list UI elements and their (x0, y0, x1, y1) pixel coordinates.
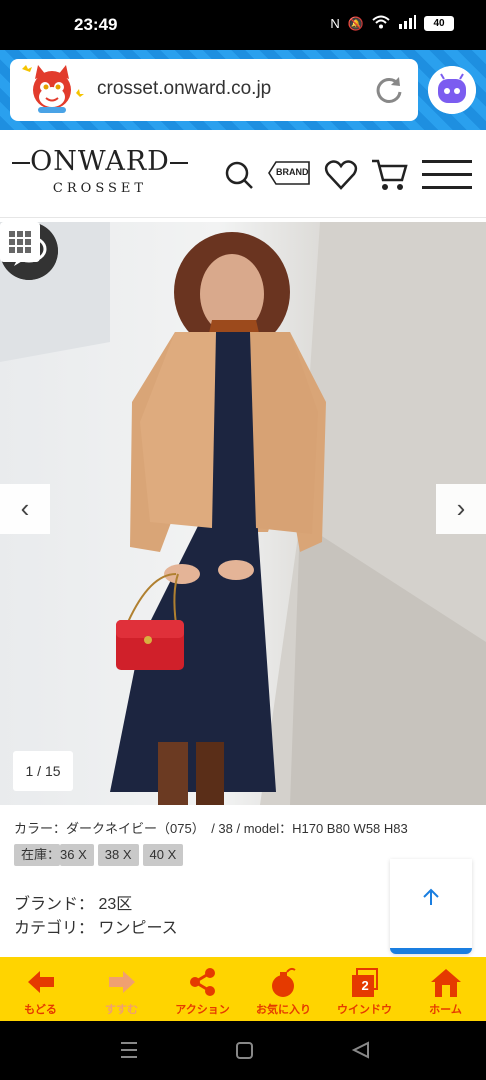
assistant-bot-icon[interactable] (428, 66, 476, 114)
status-bar: 23:49 N 🔕 40 (0, 0, 486, 50)
toolbar-back-label: もどる (24, 1004, 57, 1016)
grid-view-icon[interactable] (0, 222, 40, 262)
category-row: カテゴリ： ワンピース (14, 914, 178, 938)
address-bar[interactable]: crosset.onward.co.jp (10, 59, 418, 121)
menu-icon[interactable] (422, 154, 474, 194)
toolbar-action-label: アクション (175, 1004, 230, 1016)
home-icon (430, 969, 461, 997)
mascot-icon (22, 65, 84, 113)
browser-toolbar: crosset.onward.co.jp (0, 50, 486, 130)
home-nav-icon (236, 1042, 253, 1059)
size-chip[interactable]: 40 X (142, 844, 184, 866)
status-icons: N 🔕 40 (330, 15, 454, 32)
toolbar-window-label: ウインドウ (337, 1004, 392, 1016)
brand-label: ブランド： (14, 896, 95, 913)
logo-main-text: ONWARD (30, 146, 170, 177)
share-icon (189, 968, 215, 996)
prev-image-button[interactable]: ‹ (0, 484, 50, 534)
bomb-icon (271, 967, 296, 997)
signal-icon (398, 15, 416, 32)
arrow-up-icon (423, 888, 439, 905)
toolbar-forward[interactable]: すすむ (81, 957, 162, 1021)
category-value[interactable]: ワンピース (98, 920, 177, 937)
stock-row: 在庫： 36 X 38 X 40 X (14, 844, 184, 866)
back-nav-icon (351, 1041, 369, 1059)
toolbar-action[interactable]: アクション (162, 957, 243, 1021)
image-counter: 1 / 15 (13, 751, 73, 791)
nfc-icon: N (330, 16, 340, 31)
next-image-button[interactable]: › (436, 484, 486, 534)
recents-icon (121, 1042, 137, 1058)
brand-button[interactable]: BRAND (268, 161, 310, 185)
toolbar-favorites-label: お気に入り (256, 1004, 311, 1016)
mute-icon: 🔕 (347, 15, 364, 31)
product-photo (0, 222, 486, 805)
category-label: カテゴリ： (14, 920, 95, 937)
battery-icon: 40 (424, 16, 454, 31)
toolbar-back[interactable]: もどる (0, 957, 81, 1021)
scroll-to-top-button[interactable] (390, 859, 472, 954)
forward-arrow-icon (108, 971, 135, 993)
url-text: crosset.onward.co.jp (97, 78, 272, 99)
browser-bottom-toolbar: もどる すすむ アクション お気に入り 2 ウインドウ ホーム (0, 957, 486, 1021)
product-image-carousel[interactable]: ‹ › 1 / 15 (0, 222, 486, 805)
reload-icon[interactable] (372, 73, 406, 107)
toolbar-forward-label: すすむ (105, 1004, 138, 1016)
back-arrow-icon (27, 971, 54, 993)
window-count: 2 (361, 978, 369, 993)
toolbar-home-label: ホーム (429, 1004, 462, 1016)
search-icon[interactable] (222, 154, 256, 194)
product-meta: カラー：ダークネイビー（075） / 38 / model：H170 B80 W… (14, 821, 408, 836)
heart-icon[interactable] (324, 154, 358, 194)
nav-buttons (121, 1041, 369, 1059)
cart-icon[interactable] (370, 154, 410, 194)
brand-value[interactable]: 23区 (98, 896, 132, 913)
stock-label: 在庫： (14, 844, 61, 866)
toolbar-window[interactable]: 2 ウインドウ (324, 957, 405, 1021)
toolbar-home[interactable]: ホーム (405, 957, 486, 1021)
site-logo[interactable]: ONWARD CROSSET (12, 146, 188, 202)
size-chip[interactable]: 38 X (97, 844, 139, 866)
wifi-icon (372, 15, 390, 32)
brand-row: ブランド： 23区 (14, 890, 132, 914)
logo-sub-text: CROSSET (52, 181, 148, 196)
toolbar-favorites[interactable]: お気に入り (243, 957, 324, 1021)
size-chip[interactable]: 36 X (60, 844, 94, 866)
site-header: ONWARD CROSSET BRAND (0, 130, 486, 218)
clock: 23:49 (74, 15, 118, 34)
brand-tag-label: BRAND (276, 167, 309, 177)
system-nav-bar (0, 1021, 486, 1080)
logo-rule-right (170, 162, 188, 164)
